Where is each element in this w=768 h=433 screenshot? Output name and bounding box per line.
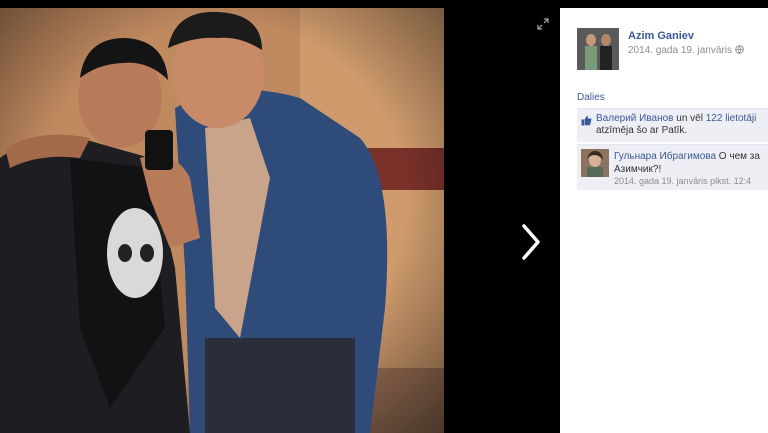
comment-text-line2: Азимчик?! [614,164,662,175]
commenter-name[interactable]: Гульнара Ибрагимова [614,151,716,162]
likes-others-link[interactable]: 122 lietotāji [706,113,757,124]
chevron-right-icon [522,224,540,260]
share-link[interactable]: Dalies [577,92,605,103]
commenter-avatar[interactable] [581,149,609,177]
comment: Гульнара Ибрагимова О чем за Азимчик?! 2… [577,144,768,190]
likes-box: Валерий Иванов un vēl 122 lietotāji atzī… [577,108,768,142]
post-date[interactable]: 2014. gada 19. janvāris [628,45,744,56]
liker-name[interactable]: Валерий Иванов [596,113,674,124]
likes-summary: Валерий Иванов un vēl 122 lietotāji [596,112,756,125]
expand-icon[interactable] [537,18,549,30]
comment-time[interactable]: 2014. gada 19. janvāris plkst. 12:4 [614,176,751,186]
likes-connector: un vēl [673,113,706,124]
commenter-line: Гульнара Ибрагимова О чем за [614,151,760,162]
globe-icon [734,45,744,55]
post-date-text[interactable]: 2014. gada 19. janvāris [628,45,732,56]
comment-text: О чем за [716,151,760,162]
photo[interactable] [0,8,444,433]
photo-sidebar: Azim Ganiev 2014. gada 19. janvāris Dali… [560,8,768,433]
author-avatar[interactable] [577,28,619,70]
thumbs-up-icon [581,113,592,126]
photo-viewer [0,0,560,433]
likes-line2: atzīmēja šo ar Patīk. [596,125,688,136]
next-photo-button[interactable] [516,220,546,264]
photo-illustration [0,8,444,433]
author-name[interactable]: Azim Ganiev [628,30,694,42]
